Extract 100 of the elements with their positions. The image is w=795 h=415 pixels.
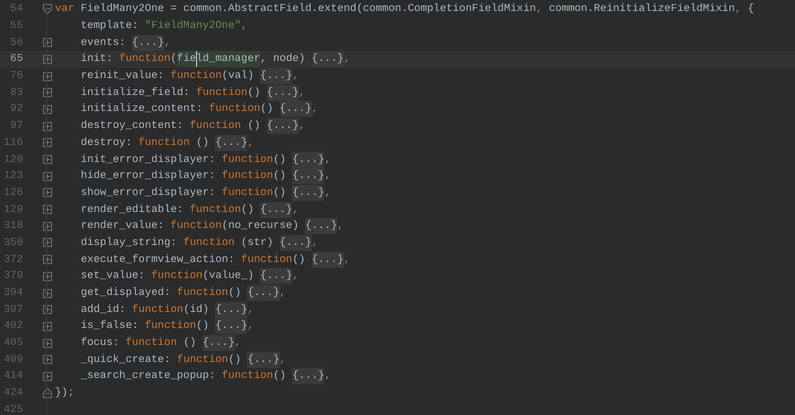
expand-icon[interactable] [43, 188, 52, 198]
expand-icon[interactable] [43, 238, 52, 248]
expand-icon[interactable] [43, 272, 52, 281]
highlighted-identifier: fie [176, 51, 196, 68]
code-text: events: [80, 36, 127, 51]
code-text: hide_error_displayer: [80, 169, 216, 184]
folded-code-button[interactable]: {...} [266, 84, 299, 101]
expand-icon[interactable] [43, 372, 52, 381]
code-text: initialize_content: [80, 102, 204, 118]
code-text: ( [170, 52, 177, 68]
expand-icon[interactable] [43, 155, 52, 164]
line-number: 394 [4, 287, 23, 299]
code-text: () [196, 319, 210, 334]
code-text: show_error_displayer: [80, 186, 216, 201]
line-number: 54 [10, 3, 23, 16]
code-text: () [247, 86, 262, 101]
keyword: function [176, 286, 228, 301]
folded-code-button[interactable]: {...} [305, 218, 338, 234]
keyword: function [126, 336, 177, 352]
folded-code-button[interactable]: {...} [215, 134, 248, 151]
expand-icon[interactable] [43, 122, 52, 131]
punctuation: , [292, 269, 299, 284]
line-number: 83 [10, 86, 23, 99]
code-text: }) [55, 386, 68, 402]
expand-icon[interactable] [43, 172, 52, 181]
punctuation: , [312, 102, 318, 118]
punctuation: , [734, 2, 742, 18]
expand-icon[interactable] [43, 338, 52, 348]
line-number: 397 [4, 304, 23, 316]
line-number: 126 [4, 186, 23, 199]
folded-code-button[interactable]: {...} [312, 252, 344, 268]
line-number: 76 [10, 70, 23, 82]
code-text: display_string: [80, 236, 178, 251]
folded-code-button[interactable]: {...} [292, 168, 324, 184]
folded-code-button[interactable]: {...} [312, 51, 344, 68]
keyword: function [183, 236, 235, 251]
expand-icon[interactable] [43, 205, 52, 214]
code-text: () [292, 252, 306, 268]
expand-icon[interactable] [43, 138, 52, 148]
folded-code-button[interactable]: {...} [292, 368, 324, 384]
expand-icon[interactable] [43, 222, 52, 231]
folded-code-button[interactable]: {...} [260, 202, 292, 218]
collapse-icon[interactable] [43, 4, 52, 14]
line-number: 97 [10, 120, 23, 132]
folded-code-button[interactable]: {...} [280, 101, 312, 118]
code-text: () [182, 336, 198, 352]
folded-code-button[interactable]: {...} [215, 302, 248, 318]
code-text: execute_formview_action: [80, 252, 236, 268]
folded-code-button[interactable]: {...} [132, 34, 164, 51]
punctuation: , [247, 302, 254, 318]
punctuation: , [292, 202, 299, 218]
folded-code-button[interactable]: {...} [260, 68, 292, 84]
code-text: _quick_create: [80, 352, 172, 368]
code-text: template: [80, 19, 140, 34]
punctuation: , [298, 86, 306, 101]
punctuation: , [324, 186, 331, 201]
code-text: FieldMany2One = common.AbstractField.extend(common.CompletionFieldMixin [80, 2, 536, 18]
punctuation: , [234, 336, 242, 352]
line-number: 372 [4, 254, 23, 266]
expand-icon[interactable] [43, 88, 52, 98]
punctuation: , [324, 369, 331, 384]
code-text: () [273, 152, 287, 168]
code-text: set_value: [80, 269, 146, 284]
folded-code-button[interactable]: {...} [260, 268, 292, 284]
punctuation: , [292, 69, 299, 84]
code-text: (str) [240, 236, 274, 251]
expand-icon[interactable] [43, 288, 52, 298]
code-text: (id) [183, 302, 210, 318]
expand-icon[interactable] [43, 305, 52, 314]
keyword: function [132, 302, 184, 318]
code-text: get_displayed: [80, 286, 172, 301]
folded-code-button[interactable]: {...} [247, 285, 280, 302]
folded-code-button[interactable]: {...} [215, 318, 248, 334]
line-number: 402 [4, 320, 23, 332]
code-text: () [273, 169, 287, 184]
expand-icon[interactable] [43, 54, 52, 64]
punctuation: , [241, 19, 248, 34]
expand-icon[interactable] [43, 104, 52, 114]
expand-icon[interactable] [43, 72, 52, 81]
folded-code-button[interactable]: {...} [247, 352, 280, 368]
code-text: render_value: [80, 219, 166, 234]
folded-code-button[interactable]: {...} [280, 234, 312, 251]
folded-code-button[interactable]: {...} [292, 184, 324, 201]
folded-code-button[interactable]: {...} [292, 152, 324, 168]
expand-icon[interactable] [43, 255, 52, 264]
expand-icon[interactable] [43, 355, 52, 364]
code-text: is_false: [80, 319, 140, 334]
keyword: function [170, 69, 222, 84]
expand-icon[interactable] [43, 38, 52, 48]
punctuation: , [324, 169, 331, 184]
folded-code-button[interactable]: {...} [202, 335, 235, 352]
keyword: function [208, 102, 260, 118]
folded-code-button[interactable]: {...} [266, 118, 299, 134]
keyword: function [144, 319, 196, 334]
line-number: 405 [4, 337, 23, 350]
code-text: add_id: [80, 302, 127, 318]
code-text: destroy: [80, 136, 133, 151]
collapse-icon[interactable] [43, 388, 52, 398]
code-text: () [260, 102, 274, 118]
expand-icon[interactable] [43, 322, 52, 331]
